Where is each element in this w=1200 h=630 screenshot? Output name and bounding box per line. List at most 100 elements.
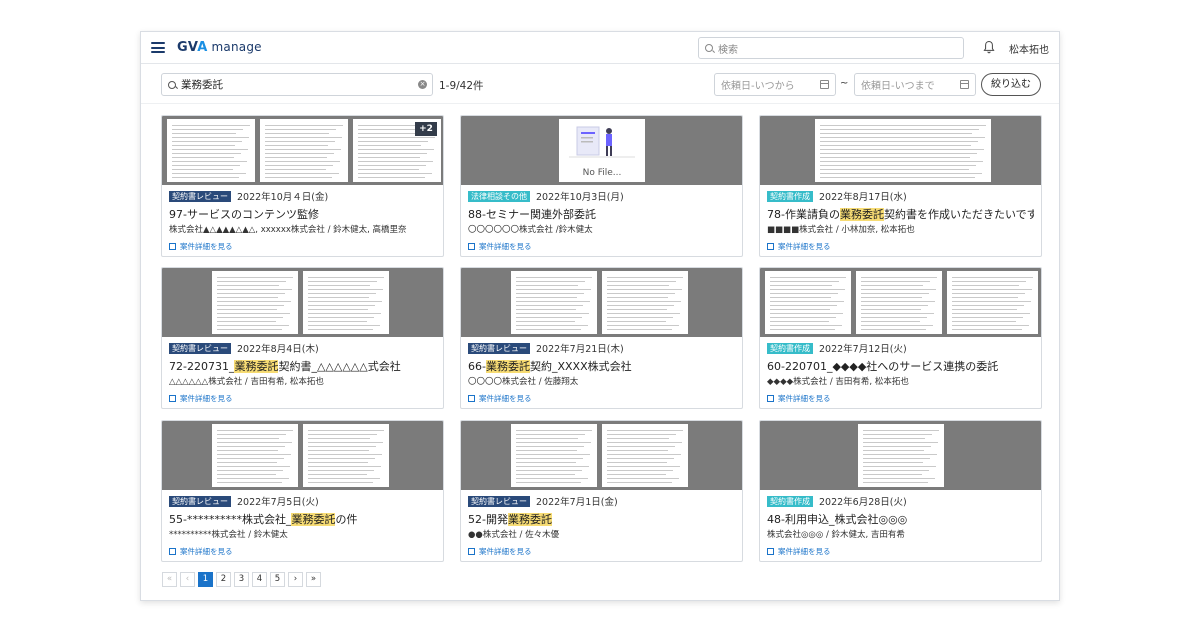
card-body: 契約書レビュー 2022年8月4日(木) 72-220731_業務委託契約書_△△△… [162,337,443,404]
request-date: 2022年6月28日(火) [819,497,907,508]
case-detail-link[interactable]: 案件詳細を見る [468,546,735,557]
page-button[interactable]: 4 [252,572,267,587]
keyword-highlight: 業務委託 [839,208,884,221]
document-page-thumbnail [511,424,597,487]
card-body: 法律相談その他 2022年10月3日(月) 88-セミナー関連外部委託 〇〇〇〇〇〇株… [461,185,742,252]
keyword-highlight: 業務委託 [234,360,279,373]
external-link-icon [468,548,475,555]
case-title[interactable]: 97-サービスのコンテンツ監修 [169,206,436,221]
no-file-image [569,126,635,158]
case-title[interactable]: 52-開発業務委託 [468,511,735,526]
date-to-input[interactable]: 依頼日-いつまで [854,73,976,96]
card-body: 契約書レビュー 2022年7月21日(木) 66-業務委託契約_XXXX株式会社 〇〇… [461,337,742,404]
document-page-thumbnail [167,119,255,182]
document-preview[interactable] [162,421,443,490]
case-detail-link[interactable]: 案件詳細を見る [468,393,735,404]
last-page-button[interactable]: » [306,572,321,587]
case-title[interactable]: 88-セミナー関連外部委託 [468,206,735,221]
date-from-placeholder: 依頼日-いつから [721,81,795,92]
document-page-thumbnail [858,424,944,487]
category-tag: 契約書作成 [767,190,813,202]
date-from-input[interactable]: 依頼日-いつから [714,73,836,96]
page-button[interactable]: 3 [234,572,249,587]
case-detail-link[interactable]: 案件詳細を見る [169,393,436,404]
case-card[interactable]: 契約書レビュー 2022年7月5日(火) 55-**********株式会社_業務委… [161,420,444,562]
clear-icon[interactable]: × [418,80,427,89]
case-parties: 株式会社▲△▲▲▲△▲△, xxxxxx株式会社 / 鈴木健太, 高橋里奈 [169,225,407,235]
request-date: 2022年7月1日(金) [536,497,618,508]
case-card[interactable]: 契約書レビュー 2022年8月4日(木) 72-220731_業務委託契約書_△△△… [161,267,444,409]
document-preview[interactable] [162,268,443,337]
filter-bar: 業務委託 × 1-9/42件 依頼日-いつから ~ 依頼日-いつまで 絞り込む [141,64,1059,104]
case-card[interactable]: 契約書レビュー 2022年7月1日(金) 52-開発業務委託 ●●株式会社 / 佐々木… [460,420,743,562]
document-page-thumbnail [856,271,942,334]
case-card[interactable]: 契約書作成 2022年6月28日(火) 48-利用申込_株式会社◎◎◎ 株式会社◎◎◎… [759,420,1042,562]
case-title[interactable]: 48-利用申込_株式会社◎◎◎ [767,511,1034,526]
document-preview[interactable]: No File... [461,116,742,185]
search-icon [705,44,713,52]
card-meta: 契約書作成 2022年6月28日(火) [767,494,1034,508]
case-title[interactable]: 55-**********株式会社_業務委託の件 [169,511,436,526]
case-title[interactable]: 72-220731_業務委託契約書_△△△△△△式会社 [169,358,436,373]
case-parties: 〇〇〇〇株式会社 / 佐藤翔太 [468,377,579,387]
case-detail-link[interactable]: 案件詳細を見る [767,241,1034,252]
case-card[interactable]: 契約書レビュー 2022年7月21日(木) 66-業務委託契約_XXXX株式会社 〇〇… [460,267,743,409]
filter-button[interactable]: 絞り込む [981,73,1041,96]
user-name[interactable]: 松本拓也 [1009,41,1049,56]
category-tag: 契約書レビュー [169,342,231,354]
no-file-text: No File... [582,168,622,178]
document-page-thumbnail [815,119,991,182]
document-preview[interactable]: +2 [162,116,443,185]
menu-icon[interactable] [151,42,165,53]
category-tag: 契約書作成 [767,495,813,507]
case-detail-link[interactable]: 案件詳細を見る [468,241,735,252]
calendar-icon[interactable] [960,80,969,89]
next-page-button[interactable]: › [288,572,303,587]
page-button[interactable]: 2 [216,572,231,587]
top-bar: GVA manage 検索 松本拓也 [141,32,1059,64]
card-meta: 契約書レビュー 2022年7月1日(金) [468,494,735,508]
card-body: 契約書作成 2022年6月28日(火) 48-利用申込_株式会社◎◎◎ 株式会社◎◎◎… [760,490,1041,557]
document-page-thumbnail [602,271,688,334]
keyword-search-input[interactable]: 業務委託 × [161,73,433,96]
prev-page-button[interactable]: ‹ [180,572,195,587]
document-page-thumbnail [947,271,1038,334]
case-detail-link[interactable]: 案件詳細を見る [169,241,436,252]
document-preview[interactable] [461,268,742,337]
category-tag: 契約書作成 [767,342,813,354]
case-card[interactable]: No File... 法律相談その他 2022年10月3日(月) 88-セミナー関連外… [460,115,743,257]
app-logo[interactable]: GVA manage [177,40,262,55]
logo-prefix: GV [177,40,198,55]
case-title[interactable]: 60-220701_◆◆◆◆社へのサービス連携の委託 [767,358,1034,373]
global-search-input[interactable]: 検索 [698,37,964,59]
external-link-icon [468,243,475,250]
case-parties: 株式会社◎◎◎ / 鈴木健太, 吉田有希 [767,530,905,540]
keyword-highlight: 業務委託 [485,360,530,373]
case-detail-link[interactable]: 案件詳細を見る [169,546,436,557]
document-page-thumbnail [303,271,389,334]
case-parties: ◆◆◆◆株式会社 / 吉田有希, 松本拓也 [767,377,909,387]
calendar-icon[interactable] [820,80,829,89]
request-date: 2022年8月17日(水) [819,192,907,203]
request-date: 2022年10月3日(月) [536,192,624,203]
page-button[interactable]: 1 [198,572,213,587]
document-preview[interactable] [461,421,742,490]
case-card[interactable]: 契約書作成 2022年7月12日(火) 60-220701_◆◆◆◆社へのサービス連… [759,267,1042,409]
card-meta: 契約書レビュー 2022年7月5日(火) [169,494,436,508]
page-button[interactable]: 5 [270,572,285,587]
case-title[interactable]: 66-業務委託契約_XXXX株式会社 [468,358,735,373]
case-detail-link[interactable]: 案件詳細を見る [767,393,1034,404]
category-tag: 法律相談その他 [468,190,530,202]
case-title[interactable]: 78-作業請負の業務委託契約書を作成いただきたいです [767,206,1034,221]
document-page-thumbnail [511,271,597,334]
first-page-button[interactable]: « [162,572,177,587]
case-card[interactable]: 契約書作成 2022年8月17日(水) 78-作業請負の業務委託契約書を作成いただき… [759,115,1042,257]
external-link-icon [767,243,774,250]
bell-icon[interactable] [983,40,995,54]
case-detail-link[interactable]: 案件詳細を見る [767,546,1034,557]
document-page-thumbnail [212,271,298,334]
document-preview[interactable] [760,421,1041,490]
document-preview[interactable] [760,268,1041,337]
document-preview[interactable] [760,116,1041,185]
case-card[interactable]: +2 契約書レビュー 2022年10月４日(金) 97-サービスのコンテンツ監修 株式会… [161,115,444,257]
